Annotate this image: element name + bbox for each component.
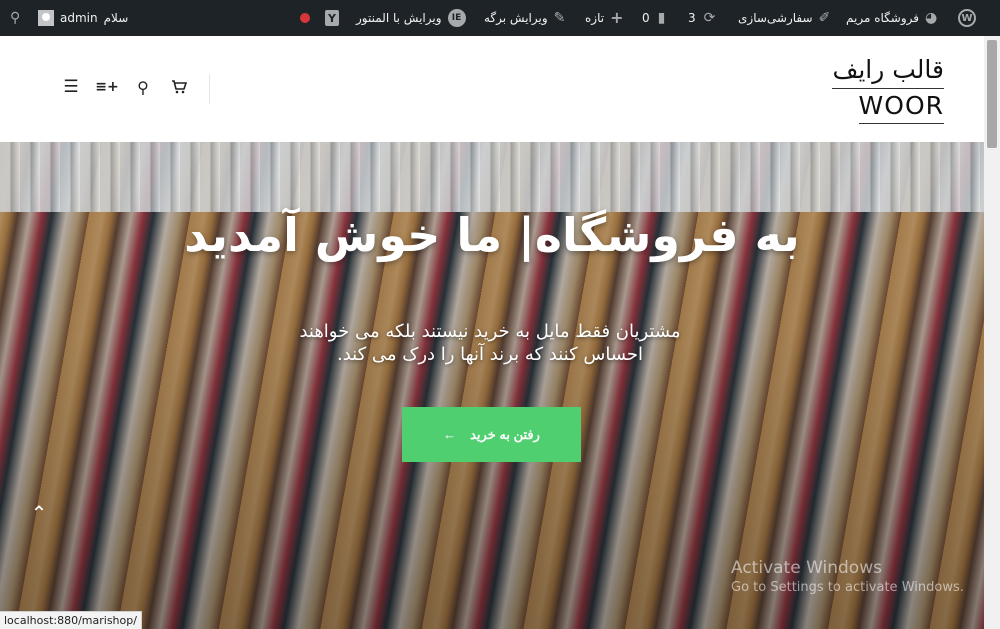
header-divider — [209, 74, 210, 104]
go-shopping-label: رفتن به خرید — [470, 426, 540, 442]
avatar — [38, 10, 54, 26]
updates-count: 3 — [688, 11, 696, 25]
scrollbar-thumb[interactable] — [987, 40, 997, 148]
cart-icon[interactable] — [168, 76, 190, 98]
hero-title: به فروشگاه| ما خوش آمدید — [184, 208, 800, 262]
site-name-label: فروشگاه مریم — [846, 11, 919, 25]
search-icon[interactable]: ⚲ — [10, 0, 20, 36]
watermark-line1: Activate Windows — [731, 558, 882, 578]
site-header: قالب رایف WOOR ☰ ≡+ ⚲ — [0, 36, 984, 142]
arrow-left-icon: ← — [443, 427, 457, 442]
page-scrollbar[interactable] — [984, 36, 1000, 629]
go-shopping-button[interactable]: رفتن به خرید ← — [402, 407, 581, 462]
yoast-seo-menu[interactable]: Y — [325, 0, 339, 36]
user-greeting: سلام — [103, 11, 129, 25]
edit-with-elementor-label: ویرایش با المنتور — [356, 11, 442, 25]
hero-section: به فروشگاه| ما خوش آمدید مشتریان فقط مای… — [0, 142, 984, 629]
wordpress-icon: W — [958, 9, 976, 27]
admin-bar: ⚲ admin سلام Y ویرایش با المنتور IE ویرا… — [0, 0, 1000, 36]
edit-page-label: ویرایش برگه — [484, 11, 548, 25]
edit-with-elementor-button[interactable]: ویرایش با المنتور IE — [356, 0, 466, 36]
site-title-link[interactable]: قالب رایف WOOR — [832, 54, 944, 124]
hero-subtitle-line2: احساس کنند که برند آنها را درک می کند. — [336, 344, 644, 365]
comments-button[interactable]: 0 ▮ — [642, 0, 665, 36]
comment-icon: ▮ — [657, 10, 666, 26]
menu-icon[interactable]: ☰ — [60, 76, 82, 98]
user-name: admin — [60, 11, 98, 25]
customize-button[interactable]: سفارشی‌سازی ✐ — [738, 0, 830, 36]
dashboard-icon: ◕ — [924, 10, 938, 26]
my-account-menu[interactable]: admin سلام — [38, 0, 128, 36]
pencil-icon: ✎ — [553, 10, 566, 26]
plus-icon: + — [610, 8, 624, 27]
new-label: تازه — [585, 11, 605, 25]
new-content-button[interactable]: تازه + — [585, 0, 623, 36]
site-title-line1: قالب رایف — [832, 54, 944, 89]
hero-subtitle: مشتریان فقط مایل به خرید نیستند بلکه می … — [250, 320, 730, 366]
comments-count: 0 — [642, 11, 650, 25]
activate-windows-watermark: Activate Windows Go to Settings to activ… — [731, 557, 964, 597]
customize-label: سفارشی‌سازی — [738, 11, 813, 25]
header-icons: ☰ ≡+ ⚲ — [60, 76, 190, 98]
updates-button[interactable]: 3 ⟳ — [688, 0, 715, 36]
recording-dot-icon[interactable] — [300, 0, 310, 36]
brush-icon: ✐ — [818, 10, 831, 26]
site-title-line2: WOOR — [858, 89, 944, 124]
site-name-menu[interactable]: فروشگاه مریم ◕ — [846, 0, 937, 36]
edit-page-button[interactable]: ویرایش برگه ✎ — [484, 0, 565, 36]
back-to-top-icon[interactable]: ⌃ — [28, 501, 50, 525]
wordpress-menu[interactable]: W — [958, 0, 976, 36]
hero-background-hangers — [0, 142, 984, 212]
elementor-icon: IE — [447, 9, 466, 27]
hero-subtitle-line1: مشتریان فقط مایل به خرید نیستند بلکه می … — [299, 321, 681, 342]
search-icon[interactable]: ⚲ — [132, 76, 154, 98]
refresh-icon: ⟳ — [703, 10, 716, 26]
yoast-icon: Y — [325, 10, 339, 26]
status-bar-url: localhost:880/marishop/ — [0, 611, 142, 629]
add-to-list-icon[interactable]: ≡+ — [95, 76, 118, 98]
watermark-line2: Go to Settings to activate Windows. — [731, 580, 964, 595]
